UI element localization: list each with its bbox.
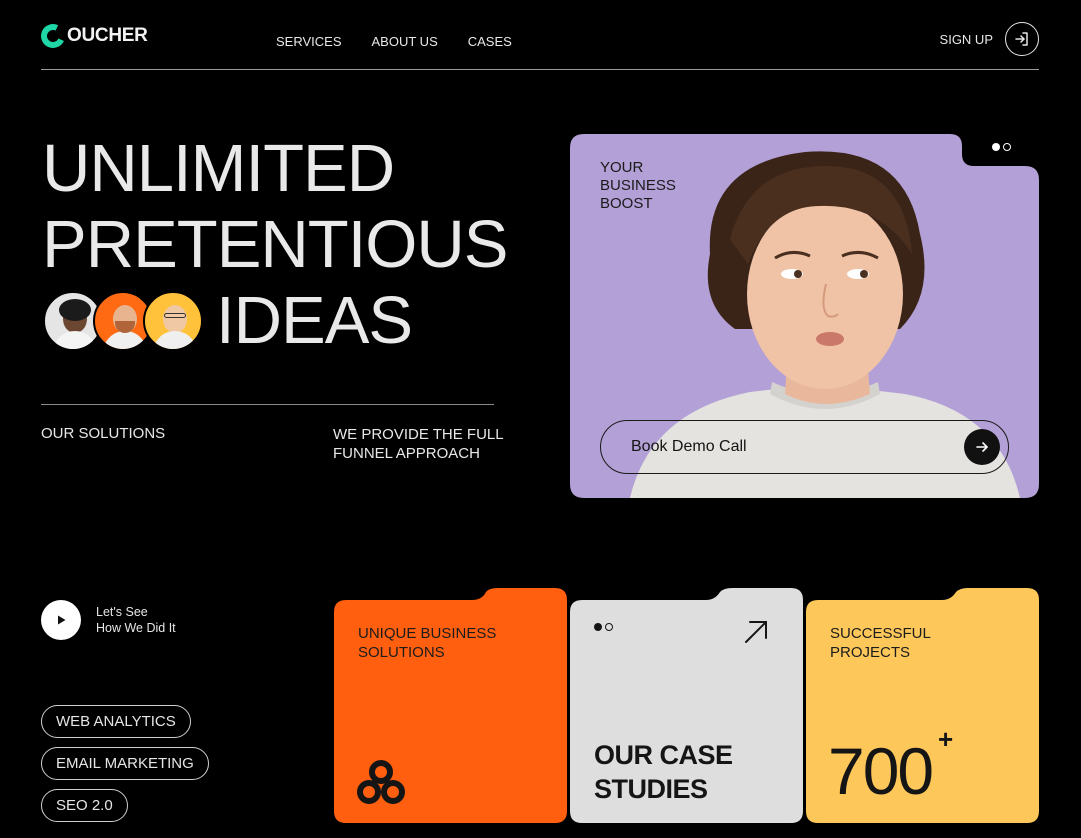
clover-logo-icon bbox=[357, 760, 405, 804]
tag-web-analytics[interactable]: WEB ANALYTICS bbox=[41, 705, 191, 738]
case-studies-title-line-2: STUDIES bbox=[594, 774, 708, 804]
logo[interactable]: OUCHER bbox=[37, 20, 148, 52]
arrow-up-right-icon[interactable] bbox=[742, 618, 770, 646]
tag-seo[interactable]: SEO 2.0 bbox=[41, 789, 128, 822]
sign-up-label: SIGN UP bbox=[939, 31, 993, 47]
play-icon bbox=[58, 615, 66, 625]
case-studies-card[interactable]: OUR CASE STUDIES bbox=[570, 588, 803, 823]
avatar-hair bbox=[59, 299, 91, 321]
unique-solutions-title: UNIQUE BUSINESS SOLUTIONS bbox=[358, 625, 497, 661]
business-boost-tag: YOUR BUSINESS BOOST bbox=[600, 159, 676, 212]
promo-card: YOUR BUSINESS BOOST Book Demo Call bbox=[570, 134, 1039, 498]
logo-mark-icon bbox=[37, 20, 69, 52]
avatar bbox=[143, 291, 203, 351]
carousel-dot[interactable] bbox=[605, 623, 613, 631]
successful-projects-title: SUCCESSFUL PROJECTS bbox=[830, 625, 931, 661]
main-nav: SERVICES ABOUT US CASES bbox=[276, 34, 512, 49]
avatar-torso bbox=[103, 331, 147, 349]
hero-headline-line-2: PRETENTIOUS bbox=[42, 207, 508, 282]
arrow-right-button[interactable] bbox=[964, 429, 1000, 465]
successful-projects-card[interactable]: SUCCESSFUL PROJECTS 700 + bbox=[806, 588, 1039, 823]
play-button[interactable] bbox=[41, 600, 81, 640]
funnel-text: WE PROVIDE THE FULL FUNNEL APPROACH bbox=[333, 426, 504, 462]
hero-divider bbox=[41, 404, 494, 405]
how-we-did-it-video[interactable]: Let's See How We Did It bbox=[41, 600, 176, 640]
unique-solutions-card[interactable]: UNIQUE BUSINESS SOLUTIONS bbox=[334, 588, 567, 823]
tag-email-marketing[interactable]: EMAIL MARKETING bbox=[41, 747, 209, 780]
carousel-dot-active[interactable] bbox=[594, 623, 602, 631]
sign-up-link[interactable]: SIGN UP bbox=[940, 22, 1039, 56]
avatar-torso bbox=[53, 331, 97, 349]
logo-text: OUCHER bbox=[67, 25, 148, 46]
avatar-torso bbox=[153, 331, 197, 349]
projects-count: 700 bbox=[828, 734, 934, 808]
hero-headline-line-3: IDEAS bbox=[216, 283, 413, 358]
our-solutions-label: OUR SOLUTIONS bbox=[41, 425, 166, 442]
case-studies-title-line-1: OUR CASE bbox=[594, 740, 733, 770]
avatar-face bbox=[163, 305, 187, 333]
carousel-dots bbox=[594, 623, 613, 631]
login-icon bbox=[1015, 32, 1028, 46]
site-header: OUCHER SERVICES ABOUT US CASES SIGN UP bbox=[37, 18, 1039, 70]
video-caption-line-1: Let's See bbox=[96, 605, 148, 619]
video-caption: Let's See How We Did It bbox=[96, 604, 176, 636]
projects-count-suffix: + bbox=[938, 724, 954, 754]
arrow-right-icon bbox=[976, 442, 988, 452]
glasses-icon bbox=[164, 313, 186, 318]
book-demo-call-button[interactable]: Book Demo Call bbox=[600, 420, 1009, 474]
case-studies-title: OUR CASE STUDIES bbox=[594, 738, 733, 806]
nav-cases[interactable]: CASES bbox=[468, 34, 512, 49]
sign-up-button[interactable] bbox=[1005, 22, 1039, 56]
nav-services[interactable]: SERVICES bbox=[276, 34, 342, 49]
nav-about-us[interactable]: ABOUT US bbox=[372, 34, 438, 49]
book-demo-call-label: Book Demo Call bbox=[631, 438, 747, 455]
hero-headline-line-1: UNLIMITED bbox=[42, 131, 395, 206]
video-caption-line-2: How We Did It bbox=[96, 621, 176, 635]
